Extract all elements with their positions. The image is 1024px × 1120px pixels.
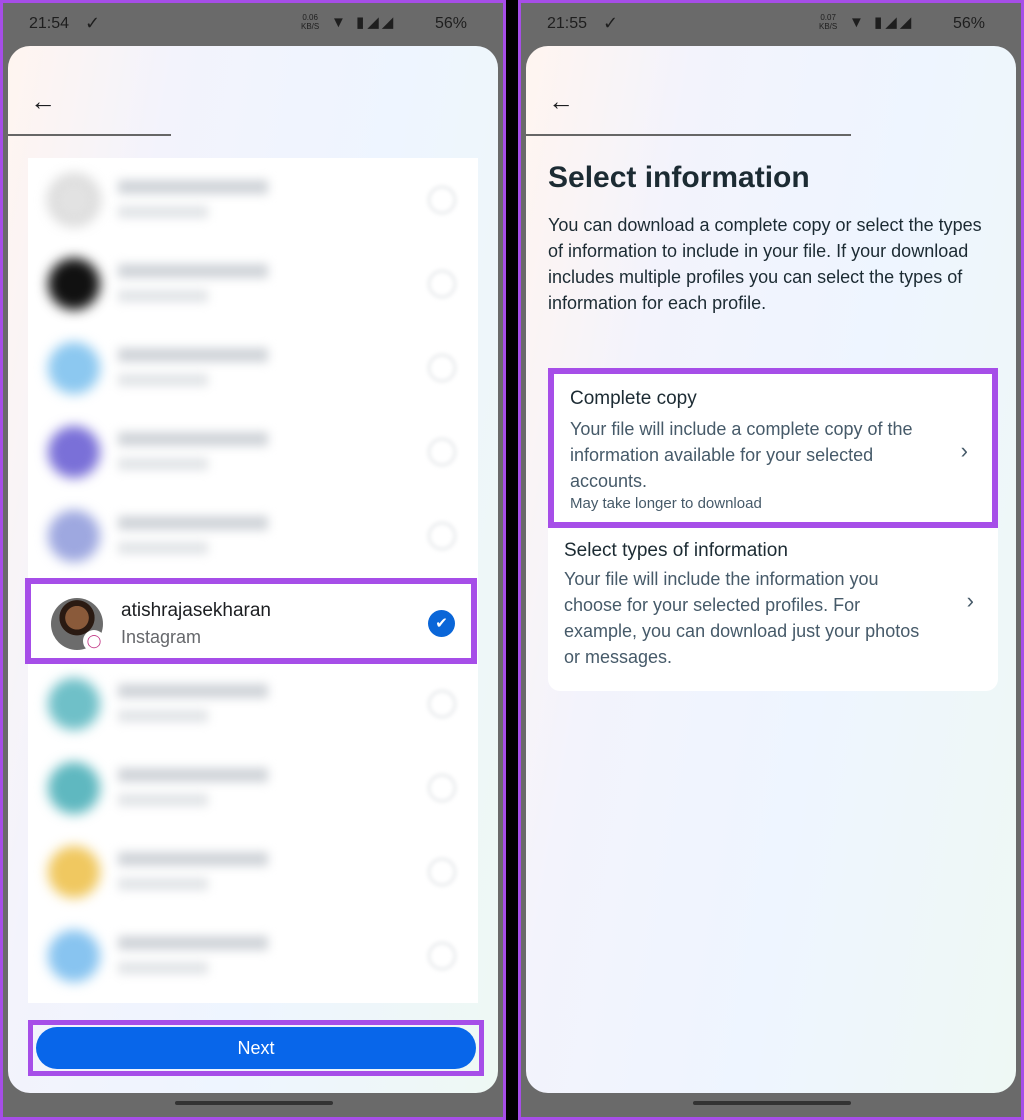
progress-divider <box>526 134 851 136</box>
check-circle-icon: ✓ <box>603 13 619 33</box>
blurred-text <box>118 206 208 218</box>
selected-account-row[interactable]: ◯ atishrajasekharan Instagram ✔ <box>25 578 477 664</box>
account-select-sheet: ← ◯ atishrajasekharan Instagram ✔ Next <box>8 46 498 1093</box>
account-list[interactable]: ◯ atishrajasekharan Instagram ✔ <box>25 158 478 1003</box>
net-speed-unit: KB/S <box>301 22 320 31</box>
next-button-highlight: Next <box>28 1020 484 1076</box>
status-bar: 21:54 ✓ 0.06 KB/S ▼ ▮◢◢ 56% <box>3 3 503 47</box>
list-item[interactable] <box>28 326 478 410</box>
radio-button[interactable] <box>428 522 456 550</box>
wifi-signal-icons: ▼ ▮◢◢ <box>849 14 915 31</box>
radio-button[interactable] <box>428 270 456 298</box>
options-card: Complete copy Your file will include a c… <box>548 368 998 691</box>
list-item[interactable] <box>28 158 478 242</box>
blurred-text <box>118 348 268 362</box>
phone-screen-right: 21:55 ✓ 0.07 KB/S ▼ ▮◢◢ 56% ← Select info… <box>518 0 1024 1120</box>
blurred-text <box>118 794 208 806</box>
option-note: May take longer to download <box>570 495 762 512</box>
blurred-text <box>118 458 208 470</box>
option-body: Your file will include a complete copy o… <box>570 419 913 491</box>
avatar <box>48 174 100 226</box>
radio-button[interactable] <box>428 942 456 970</box>
page-description: You can download a complete copy or sele… <box>548 215 982 313</box>
check-circle-icon: ✓ <box>85 13 101 33</box>
blurred-text <box>118 180 268 194</box>
status-time: 21:54 <box>29 15 70 32</box>
blurred-text <box>118 936 268 950</box>
list-item[interactable] <box>28 410 478 494</box>
radio-button[interactable] <box>428 774 456 802</box>
account-name: atishrajasekharan <box>121 600 271 621</box>
avatar <box>48 930 100 982</box>
blurred-text <box>118 374 208 386</box>
list-item[interactable] <box>28 242 478 326</box>
status-bar: 21:55 ✓ 0.07 KB/S ▼ ▮◢◢ 56% <box>521 3 1021 47</box>
radio-button[interactable] <box>428 858 456 886</box>
battery-level: 56% <box>952 15 985 32</box>
blurred-text <box>118 710 208 722</box>
option-body: Your file will include the information y… <box>564 569 920 667</box>
chevron-right-icon: › <box>966 588 974 613</box>
radio-button[interactable] <box>428 690 456 718</box>
option-complete-copy[interactable]: Complete copy Your file will include a c… <box>548 368 998 528</box>
account-source: Instagram <box>121 627 202 647</box>
avatar <box>48 426 100 478</box>
blurred-text <box>118 516 268 530</box>
avatar <box>48 510 100 562</box>
net-speed: 0.06 KB/S <box>301 13 319 31</box>
avatar <box>48 678 100 730</box>
list-item[interactable] <box>28 662 478 746</box>
list-item[interactable] <box>28 746 478 830</box>
blurred-text <box>118 852 268 866</box>
blurred-text <box>118 768 268 782</box>
blurred-text <box>118 290 208 302</box>
progress-divider <box>8 134 171 136</box>
back-arrow-icon[interactable]: ← <box>30 86 56 117</box>
checkmark-icon[interactable]: ✔ <box>428 610 455 637</box>
blurred-text <box>118 878 208 890</box>
net-speed: 0.07 KB/S <box>819 13 837 31</box>
list-item[interactable] <box>28 494 478 578</box>
next-button[interactable]: Next <box>36 1027 476 1069</box>
status-time: 21:55 <box>547 15 588 32</box>
radio-button[interactable] <box>428 354 456 382</box>
list-item[interactable] <box>28 914 478 998</box>
option-select-types[interactable]: Select types of information Your file wi… <box>548 540 998 690</box>
page-title: Select information <box>548 161 810 194</box>
list-item[interactable] <box>28 830 478 914</box>
select-information-sheet: ← Select information You can download a … <box>526 46 1016 1093</box>
avatar <box>48 846 100 898</box>
net-speed-value: 0.06 <box>302 13 318 22</box>
avatar <box>48 342 100 394</box>
option-title: Select types of information <box>564 540 788 561</box>
nav-handle[interactable] <box>175 1101 333 1105</box>
back-arrow-icon[interactable]: ← <box>548 86 574 117</box>
battery-level: 56% <box>434 15 467 32</box>
radio-button[interactable] <box>428 438 456 466</box>
avatar <box>48 258 100 310</box>
option-title: Complete copy <box>570 388 697 409</box>
wifi-signal-icons: ▼ ▮◢◢ <box>331 14 397 31</box>
blurred-text <box>118 264 268 278</box>
instagram-icon: ◯ <box>83 630 105 652</box>
blurred-text <box>118 962 208 974</box>
net-speed-unit: KB/S <box>819 22 838 31</box>
blurred-text <box>118 684 268 698</box>
phone-screen-left: 21:54 ✓ 0.06 KB/S ▼ ▮◢◢ 56% ← ◯ atishraja… <box>0 0 506 1120</box>
radio-button[interactable] <box>428 186 456 214</box>
chevron-right-icon: › <box>960 438 968 463</box>
blurred-text <box>118 542 208 554</box>
blurred-text <box>118 432 268 446</box>
nav-handle[interactable] <box>693 1101 851 1105</box>
avatar <box>48 762 100 814</box>
net-speed-value: 0.07 <box>820 13 836 22</box>
